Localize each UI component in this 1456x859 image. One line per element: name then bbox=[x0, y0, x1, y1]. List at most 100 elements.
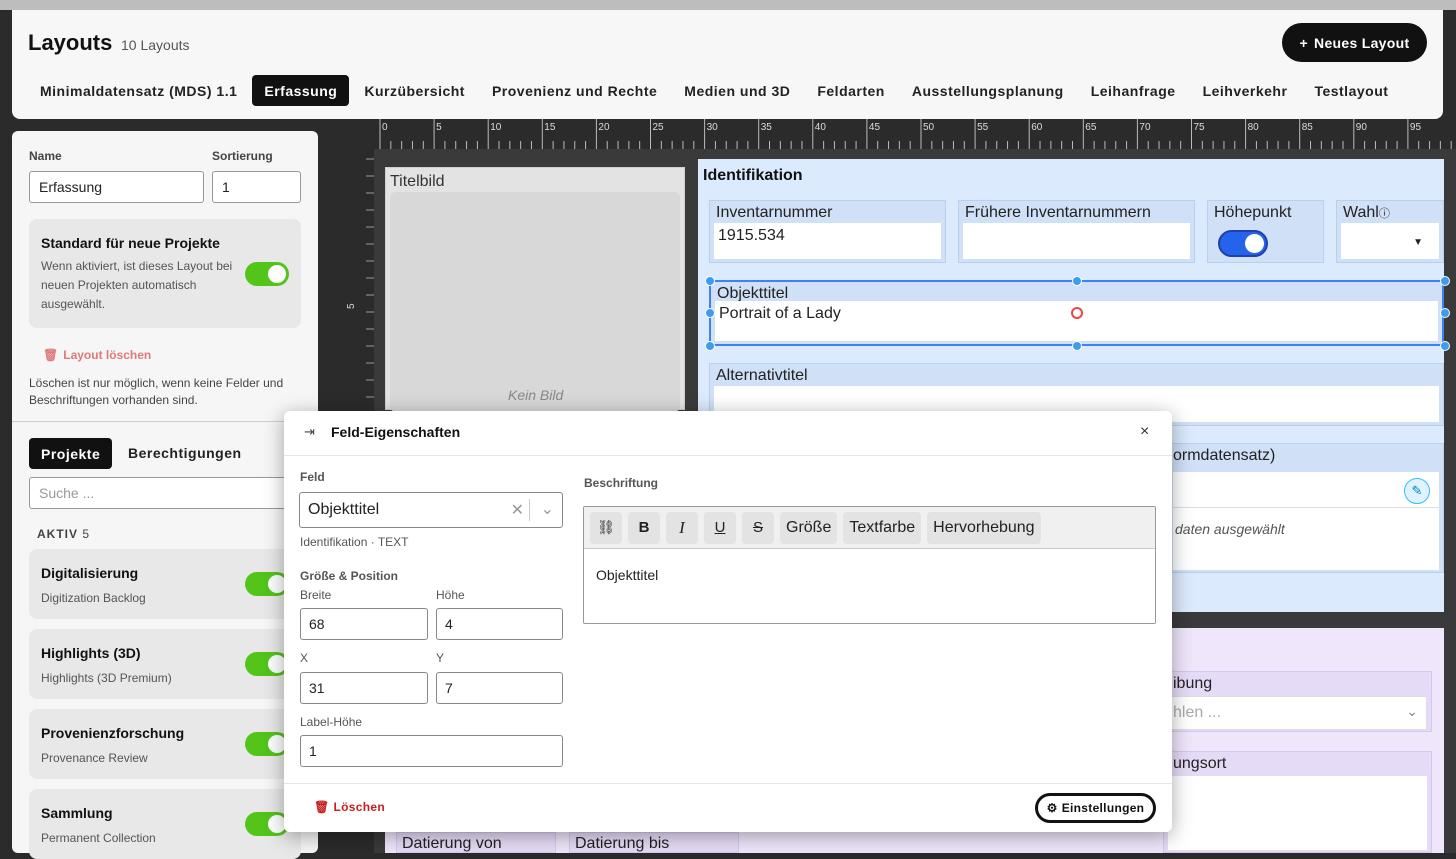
settings-label: Einstellungen bbox=[1061, 801, 1145, 815]
project-card[interactable]: Digitalisierung Digitization Backlog bbox=[29, 549, 301, 619]
settings-button[interactable]: ⚙ Einstellungen bbox=[1035, 793, 1156, 823]
resize-handle-tl[interactable] bbox=[705, 276, 715, 286]
wahl-select[interactable]: ▼ bbox=[1341, 223, 1439, 259]
tab-kurzübersicht[interactable]: Kurzübersicht bbox=[352, 75, 477, 106]
project-subtitle: Digitization Backlog bbox=[41, 591, 146, 605]
hoehepunkt-field[interactable]: Höhepunkt bbox=[1207, 200, 1324, 263]
link-icon[interactable]: ⛓ bbox=[590, 511, 622, 544]
x-input[interactable]: 31 bbox=[300, 672, 428, 704]
edit-icon[interactable]: ✎ bbox=[1404, 478, 1430, 504]
beschreibung-field[interactable]: ibung hlen ... ⌄ bbox=[1163, 671, 1432, 732]
titelbild-field[interactable]: Titelbild Kein Bild bbox=[385, 167, 685, 412]
project-card[interactable]: Highlights (3D) Highlights (3D Premium) bbox=[29, 629, 301, 699]
ungsort-field[interactable]: ungsort bbox=[1163, 751, 1432, 853]
normdatensatz-field[interactable]: ormdatensatz) ✎ daten ausgewählt bbox=[1168, 443, 1444, 573]
name-input[interactable]: Erfassung bbox=[29, 171, 204, 203]
resize-handle-br[interactable] bbox=[1440, 341, 1450, 351]
project-toggle[interactable] bbox=[245, 652, 289, 676]
tab-feldarten[interactable]: Feldarten bbox=[805, 75, 897, 106]
ruler-label: 5 bbox=[346, 303, 357, 309]
ruler-label: 25 bbox=[653, 122, 665, 133]
delete-layout-label: Layout löschen bbox=[63, 348, 152, 362]
active-count: 5 bbox=[82, 527, 91, 541]
bold-icon[interactable]: B bbox=[628, 511, 660, 544]
horizontal-ruler: 0 5 10 15 20 25 30 35 40 45 50 55 60 65 70 75 80 85 90 95 bbox=[374, 119, 1456, 149]
dialog-title: Feld-Eigenschaften bbox=[331, 424, 461, 440]
project-search-input[interactable]: Suche ... bbox=[29, 477, 289, 509]
feld-select-value: Objekttitel bbox=[308, 501, 380, 518]
ungsort-value[interactable] bbox=[1168, 776, 1427, 850]
italic-icon[interactable]: I bbox=[666, 511, 698, 544]
fruehere-value[interactable] bbox=[963, 223, 1190, 259]
tab-erfassung[interactable]: Erfassung bbox=[252, 75, 350, 106]
ruler-label: 65 bbox=[1085, 122, 1097, 133]
strikethrough-icon[interactable]: S bbox=[742, 511, 774, 544]
trash-icon: 🗑 bbox=[314, 800, 330, 814]
datierung-bis-label[interactable]: Datierung bis bbox=[569, 832, 739, 853]
project-card[interactable]: Provenienzforschung Provenance Review bbox=[29, 709, 301, 779]
active-label: AKTIV 5 bbox=[37, 527, 90, 541]
ibung-select[interactable]: hlen ... ⌄ bbox=[1168, 696, 1427, 730]
titelbild-label: Titelbild bbox=[390, 173, 445, 190]
inventarnummer-value[interactable]: 1915.534 bbox=[714, 223, 941, 259]
fruehere-inventarnummern-field[interactable]: Frühere Inventarnummern bbox=[958, 200, 1195, 263]
highlight-button[interactable]: Hervorhebung bbox=[927, 511, 1041, 544]
tab-projects[interactable]: Projekte bbox=[29, 438, 113, 469]
hoehe-label: Höhe bbox=[436, 588, 465, 602]
inventarnummer-field[interactable]: Inventarnummer 1915.534 bbox=[709, 200, 946, 263]
active-label-text: AKTIV bbox=[37, 527, 78, 541]
tab-ausstellungsplanung[interactable]: Ausstellungsplanung bbox=[900, 75, 1076, 106]
new-layout-button[interactable]: + Neues Layout bbox=[1282, 23, 1427, 62]
font-size-button[interactable]: Größe bbox=[780, 511, 838, 544]
project-toggle[interactable] bbox=[245, 572, 289, 596]
project-card[interactable]: Sammlung Permanent Collection bbox=[29, 789, 301, 859]
wahl-field[interactable]: Wahlⓘ ▼ bbox=[1336, 200, 1444, 263]
trash-icon: 🗑 bbox=[43, 348, 59, 362]
resize-handle-r[interactable] bbox=[1440, 308, 1450, 318]
project-title: Digitalisierung bbox=[41, 565, 139, 581]
delete-field-label: Löschen bbox=[333, 800, 385, 814]
feld-select[interactable]: Objekttitel ✕ ⌄ bbox=[299, 492, 563, 528]
tab-permissions[interactable]: Berechtigungen bbox=[128, 445, 242, 461]
chevron-down-icon[interactable]: ⌄ bbox=[541, 499, 554, 519]
hoehe-input[interactable]: 4 bbox=[436, 608, 563, 640]
no-image-text: Kein Bild bbox=[508, 387, 564, 403]
tab-provenienz-und-rechte[interactable]: Provenienz und Rechte bbox=[480, 75, 669, 106]
ruler-label: 50 bbox=[923, 122, 935, 133]
resize-handle-t[interactable] bbox=[1072, 276, 1082, 286]
layout-sidebar: Name Sortierung Erfassung 1 Standard für… bbox=[12, 131, 318, 859]
dialog-header-divider bbox=[284, 455, 1172, 456]
tab-testlayout[interactable]: Testlayout bbox=[1302, 75, 1400, 106]
clear-icon[interactable]: ✕ bbox=[511, 500, 524, 520]
delete-layout-link[interactable]: 🗑 Layout löschen bbox=[43, 348, 151, 362]
ruler-label: 55 bbox=[977, 122, 989, 133]
project-toggle[interactable] bbox=[245, 812, 289, 836]
default-toggle[interactable] bbox=[245, 262, 289, 286]
project-toggle[interactable] bbox=[245, 732, 289, 756]
top-strip bbox=[0, 0, 1456, 10]
hoehepunkt-toggle[interactable] bbox=[1218, 230, 1268, 257]
close-icon[interactable]: × bbox=[1140, 423, 1149, 441]
divider bbox=[12, 421, 318, 422]
tab-leihverkehr[interactable]: Leihverkehr bbox=[1191, 75, 1300, 106]
tab-minimaldatensatz-mds-1-1[interactable]: Minimaldatensatz (MDS) 1.1 bbox=[28, 75, 249, 106]
datierung-von-label[interactable]: Datierung von bbox=[396, 832, 556, 853]
label-hoehe-input[interactable]: 1 bbox=[300, 735, 563, 767]
delete-field-button[interactable]: 🗑 Löschen bbox=[314, 800, 385, 814]
breite-input[interactable]: 68 bbox=[300, 608, 428, 640]
drag-center-handle[interactable] bbox=[1071, 307, 1083, 319]
underline-icon[interactable]: U bbox=[704, 511, 736, 544]
tab-medien-und-3d[interactable]: Medien und 3D bbox=[672, 75, 802, 106]
editor-content[interactable]: Objekttitel bbox=[596, 567, 658, 583]
sort-input[interactable]: 1 bbox=[212, 171, 301, 203]
y-input[interactable]: 7 bbox=[436, 672, 563, 704]
ruler-label: 35 bbox=[761, 122, 773, 133]
resize-handle-bl[interactable] bbox=[705, 341, 715, 351]
resize-handle-b[interactable] bbox=[1072, 341, 1082, 351]
normdaten-label: ormdatensatz) bbox=[1173, 447, 1276, 464]
tab-leihanfrage[interactable]: Leihanfrage bbox=[1079, 75, 1188, 106]
resize-handle-l[interactable] bbox=[705, 308, 715, 318]
resize-handle-tr[interactable] bbox=[1440, 276, 1450, 286]
project-subtitle: Provenance Review bbox=[41, 751, 148, 765]
text-color-button[interactable]: Textfarbe bbox=[843, 511, 922, 544]
